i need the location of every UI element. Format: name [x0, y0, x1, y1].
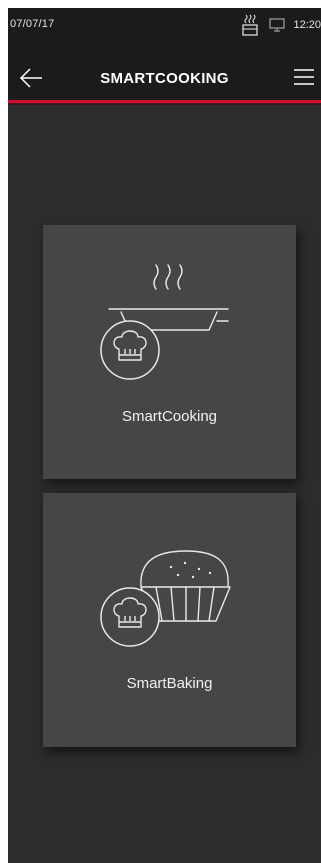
arrow-left-icon	[19, 68, 42, 88]
smartcooking-tile[interactable]: SmartCooking	[43, 225, 296, 479]
hamburger-menu-icon	[294, 69, 314, 85]
status-time: 12:20	[293, 19, 321, 31]
pie-chef-hat-icon	[100, 550, 231, 647]
page-title: SMARTCOOKING	[100, 70, 229, 87]
app-header: SMARTCOOKING	[8, 58, 321, 98]
pan-steam-chef-hat-icon	[100, 264, 229, 380]
oven-heat-icon	[242, 14, 259, 36]
back-button[interactable]	[18, 66, 44, 90]
status-date: 07/07/17	[10, 18, 55, 30]
accent-divider	[8, 100, 321, 103]
monitor-icon	[269, 18, 286, 32]
device-screen: 07/07/17 12:20 SMARTCOOKING SmartCooking…	[8, 8, 321, 863]
smartbaking-label: SmartBaking	[126, 675, 213, 692]
menu-button[interactable]	[293, 67, 315, 87]
smartcooking-label: SmartCooking	[121, 408, 218, 425]
status-bar: 07/07/17 12:20	[8, 8, 321, 42]
top-bar: 07/07/17 12:20 SMARTCOOKING	[8, 8, 321, 105]
status-icons: 12:20	[241, 14, 321, 36]
smartbaking-tile[interactable]: SmartBaking	[43, 493, 296, 747]
